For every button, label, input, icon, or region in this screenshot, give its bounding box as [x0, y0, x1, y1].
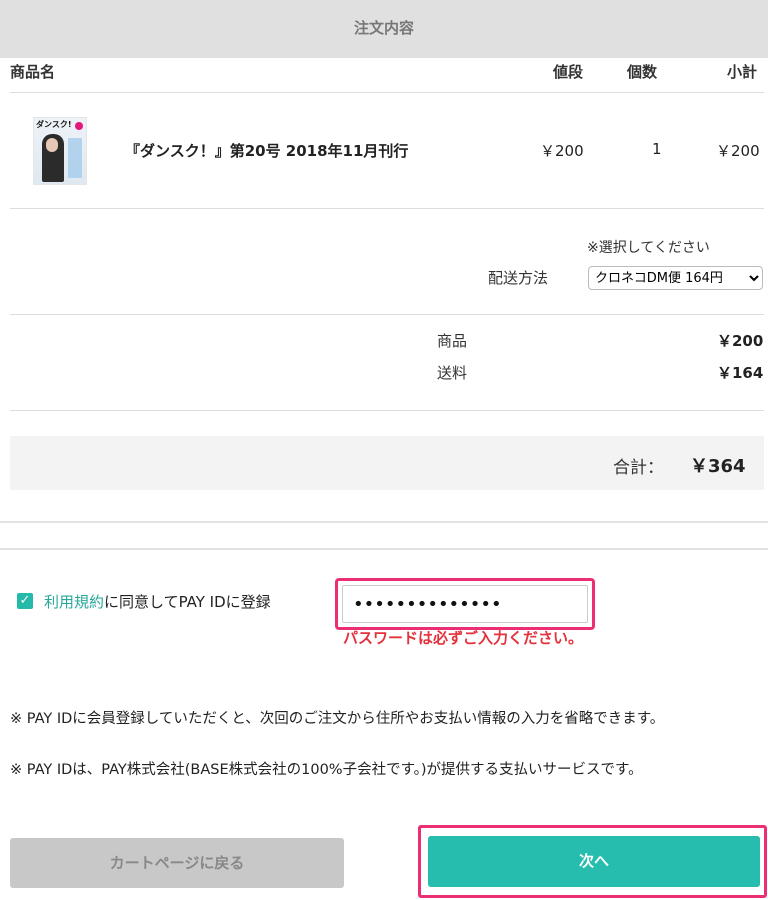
- total-section: 合計： ￥364: [10, 436, 764, 490]
- product-name[interactable]: 『ダンスク！』第20号 2018年11月刊行: [125, 140, 408, 161]
- product-qty: 1: [652, 140, 662, 158]
- summary-shipping-label: 送料: [437, 364, 468, 382]
- section-separator: [0, 521, 768, 523]
- password-error-message: パスワードは必ずご入力ください。: [343, 629, 584, 647]
- back-to-cart-button[interactable]: カートページに戻る: [10, 838, 344, 888]
- password-input[interactable]: [342, 585, 588, 623]
- section-separator: [0, 548, 768, 550]
- page-title: 注文内容: [353, 19, 414, 37]
- column-header-qty: 個数: [627, 63, 658, 81]
- summary-product-value: ￥200: [717, 332, 764, 350]
- agree-label: に同意してPAY IDに登録: [104, 593, 271, 611]
- thumbnail-decoration: [68, 138, 82, 178]
- thumbnail-face: [46, 138, 58, 152]
- divider: [10, 208, 764, 209]
- page-header: 注文内容: [0, 0, 768, 58]
- column-header-product: 商品名: [10, 63, 56, 81]
- divider: [10, 410, 764, 411]
- column-header-subtotal: 小計: [727, 63, 758, 81]
- product-thumbnail[interactable]: ダンスク!: [33, 117, 87, 185]
- product-price: ￥200: [540, 142, 584, 160]
- divider: [10, 314, 764, 315]
- payid-note-2: ※ PAY IDは、PAY株式会社(BASE株式会社の100%子会社です。)が提…: [10, 762, 643, 778]
- product-thumbnail-title: ダンスク!: [36, 120, 72, 129]
- agree-text: 利用規約に同意してPAY IDに登録: [44, 591, 271, 612]
- column-header-price: 値段: [553, 63, 584, 81]
- summary-shipping-value: ￥164: [717, 364, 764, 382]
- total-value: ￥364: [690, 456, 746, 477]
- agree-checkbox[interactable]: ✓: [17, 593, 33, 609]
- summary-product-label: 商品: [437, 332, 468, 350]
- divider: [10, 92, 764, 93]
- shipping-method-select[interactable]: クロネコDM便 164円: [588, 266, 763, 290]
- thumbnail-badge: [75, 122, 83, 130]
- next-button[interactable]: 次へ: [428, 836, 760, 887]
- total-label: 合計：: [613, 458, 664, 478]
- product-subtotal: ￥200: [716, 142, 760, 160]
- payid-note-1: ※ PAY IDに会員登録していただくと、次回のご注文から住所やお支払い情報の入…: [10, 711, 665, 727]
- shipping-hint: ※選択してください: [587, 240, 710, 256]
- terms-link[interactable]: 利用規約: [44, 593, 104, 611]
- shipping-label: 配送方法: [488, 269, 549, 287]
